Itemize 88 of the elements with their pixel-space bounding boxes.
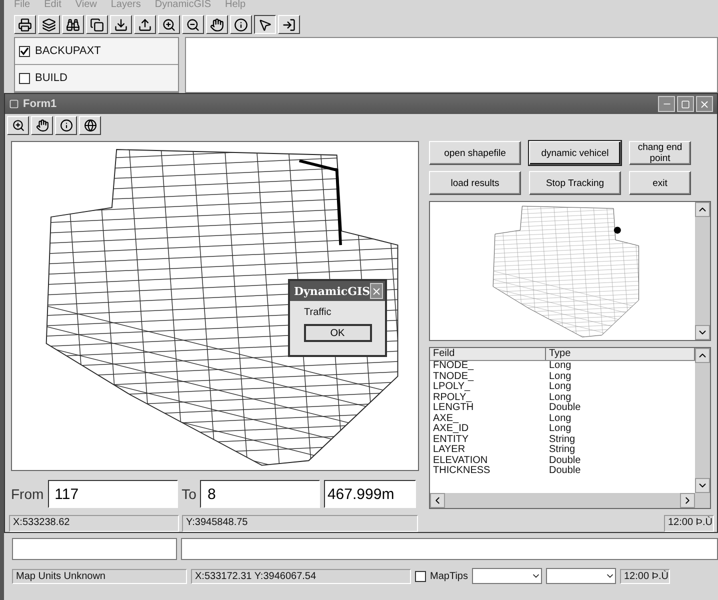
table-cell-text: ELEVATION xyxy=(433,456,489,466)
from-field[interactable]: 117 xyxy=(48,480,178,508)
printer-icon xyxy=(18,18,32,32)
close-icon xyxy=(371,286,382,296)
globe-icon xyxy=(84,119,96,132)
table-cell-text: RPOLY_ xyxy=(433,392,473,403)
command-button[interactable]: chang end point xyxy=(629,141,691,165)
clock-text: 12:00 Þ.Ù xyxy=(664,515,714,532)
dropdown[interactable] xyxy=(546,568,616,584)
command-button[interactable]: open shapefile xyxy=(429,141,521,165)
distance-field[interactable]: 467.999m xyxy=(324,480,416,508)
command-button[interactable]: exit xyxy=(629,171,691,195)
layer-name: BUILD xyxy=(35,72,68,84)
table-cell-text: TNODE_ xyxy=(433,372,475,382)
table-cell-text: AXE_ID xyxy=(433,424,470,434)
dropdown[interactable] xyxy=(472,568,542,584)
layer-checkbox[interactable] xyxy=(19,72,30,84)
maptips-label: MapTips xyxy=(430,570,468,582)
scroll-up-button[interactable] xyxy=(695,202,710,217)
horizontal-scrollbar[interactable] xyxy=(430,493,710,508)
zoom-out-icon xyxy=(186,18,200,32)
coordinates-text: X:533172.31 Y:3946067.54 xyxy=(191,568,411,584)
pan-hand-icon xyxy=(36,119,48,132)
layer-name: BACKUPAXT xyxy=(35,45,101,57)
arrow-icon xyxy=(282,18,296,32)
to-field[interactable]: 8 xyxy=(200,480,320,508)
window-title: Form1 xyxy=(23,98,57,110)
layers-icon xyxy=(42,18,56,32)
window-icon xyxy=(9,99,19,109)
upload-icon xyxy=(138,18,152,32)
download-icon xyxy=(114,18,128,32)
pan-hand-icon xyxy=(210,18,224,32)
table-cell-text: AXE_ xyxy=(433,414,460,424)
close-icon xyxy=(699,98,710,110)
vertical-scrollbar[interactable] xyxy=(695,202,710,340)
table-cell-text: Long xyxy=(549,414,572,424)
x-coordinate: X:533238.62 xyxy=(9,515,179,532)
info-icon xyxy=(234,18,248,32)
scroll-left-button[interactable] xyxy=(430,493,445,508)
maptips-checkbox[interactable] xyxy=(415,570,426,582)
info-icon xyxy=(60,119,72,132)
maximize-icon xyxy=(681,100,690,108)
maximize-button[interactable] xyxy=(677,96,694,112)
scroll-right-button[interactable] xyxy=(680,493,695,508)
y-coordinate: Y:3945848.75 xyxy=(182,515,418,532)
table-cell-text: String xyxy=(549,434,576,444)
table-cell-text: Long xyxy=(549,382,572,392)
dialog-message: Traffic xyxy=(303,306,332,318)
table-cell-text: THICKNESS xyxy=(433,466,492,476)
table-cell-text: Long xyxy=(549,424,572,434)
command-button[interactable]: load results xyxy=(429,171,521,195)
vertical-scrollbar[interactable] xyxy=(695,348,710,493)
ok-button[interactable]: OK xyxy=(304,324,372,342)
from-label: From xyxy=(11,486,44,502)
dialog-title: DynamicGIS xyxy=(294,284,370,298)
zoom-in-icon xyxy=(162,18,176,32)
table-cell-text: Long xyxy=(549,361,572,372)
scroll-down-button[interactable] xyxy=(695,325,710,340)
layer-checkbox[interactable] xyxy=(19,46,30,56)
zoom-in-icon xyxy=(12,119,24,132)
units-text: Map Units Unknown xyxy=(12,568,187,584)
table-cell-text: FNODE_ xyxy=(433,361,475,372)
table-cell-text: LENGTH xyxy=(433,403,475,414)
command-button[interactable]: dynamic vehicel xyxy=(529,141,621,165)
minimize-button[interactable] xyxy=(658,96,675,112)
table-cell-text: Double xyxy=(549,456,582,466)
binoculars-icon xyxy=(66,18,80,32)
table-cell-text: String xyxy=(549,445,576,456)
column-header[interactable]: Feild xyxy=(430,348,546,360)
table-cell-text: Long xyxy=(549,372,572,382)
close-button[interactable] xyxy=(370,283,384,299)
table-cell-text: Long xyxy=(549,392,572,402)
scroll-up-button[interactable] xyxy=(695,348,710,363)
table-cell-text: LAYER xyxy=(433,445,466,456)
select-pointer-icon xyxy=(258,18,272,32)
close-button[interactable] xyxy=(696,96,713,112)
map-view[interactable]: DynamicGIS Traffic OK xyxy=(11,141,419,471)
table-cell-text: LPOLY_ xyxy=(433,382,472,392)
table-cell-text: Double xyxy=(549,466,582,476)
scroll-down-button[interactable] xyxy=(695,478,710,493)
table-cell-text: Double xyxy=(549,403,582,414)
to-label: To xyxy=(182,486,196,502)
check-icon xyxy=(20,46,29,56)
toolbar-button[interactable] xyxy=(254,15,276,34)
table-cell-text: ENTITY xyxy=(433,434,470,445)
clock-text: 12:00 Þ.Ù xyxy=(620,568,670,584)
command-button[interactable]: Stop Tracking xyxy=(529,171,621,195)
copy-icon xyxy=(90,18,104,32)
